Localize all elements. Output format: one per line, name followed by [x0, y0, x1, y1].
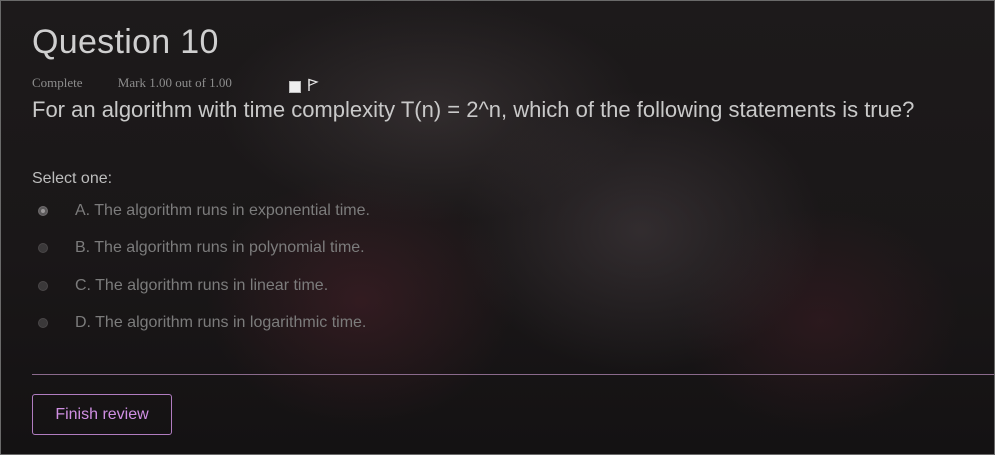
- answer-option-d[interactable]: D. The algorithm runs in logarithmic tim…: [38, 313, 366, 333]
- section-divider: [32, 374, 994, 375]
- radio-button-d[interactable]: [38, 318, 48, 328]
- quiz-review-panel: Question 10 Complete Mark 1.00 out of 1.…: [0, 0, 995, 455]
- answer-option-c[interactable]: C. The algorithm runs in linear time.: [38, 276, 328, 296]
- question-info: Complete Mark 1.00 out of 1.00: [32, 75, 264, 91]
- answer-option-label: D. The algorithm runs in logarithmic tim…: [75, 314, 367, 331]
- finish-review-button[interactable]: Finish review: [32, 394, 172, 435]
- answer-option-label: C. The algorithm runs in linear time.: [75, 277, 329, 294]
- flag-question-checkbox[interactable]: [289, 81, 301, 93]
- answer-option-label: B. The algorithm runs in polynomial time…: [75, 239, 365, 256]
- answer-option-a[interactable]: A. The algorithm runs in exponential tim…: [38, 201, 370, 221]
- question-mark: Mark 1.00 out of 1.00: [117, 75, 232, 90]
- question-state: Complete: [32, 75, 83, 90]
- answer-option-b[interactable]: B. The algorithm runs in polynomial time…: [38, 238, 365, 258]
- question-title: Question 10: [32, 23, 219, 61]
- question-text: For an algorithm with time complexity T(…: [32, 97, 915, 122]
- answer-option-label: A. The algorithm runs in exponential tim…: [75, 202, 370, 219]
- radio-button-a[interactable]: [38, 206, 48, 216]
- flag-icon[interactable]: [307, 78, 319, 92]
- radio-button-c[interactable]: [38, 281, 48, 291]
- radio-button-b[interactable]: [38, 243, 48, 253]
- select-one-prompt: Select one:: [32, 170, 113, 187]
